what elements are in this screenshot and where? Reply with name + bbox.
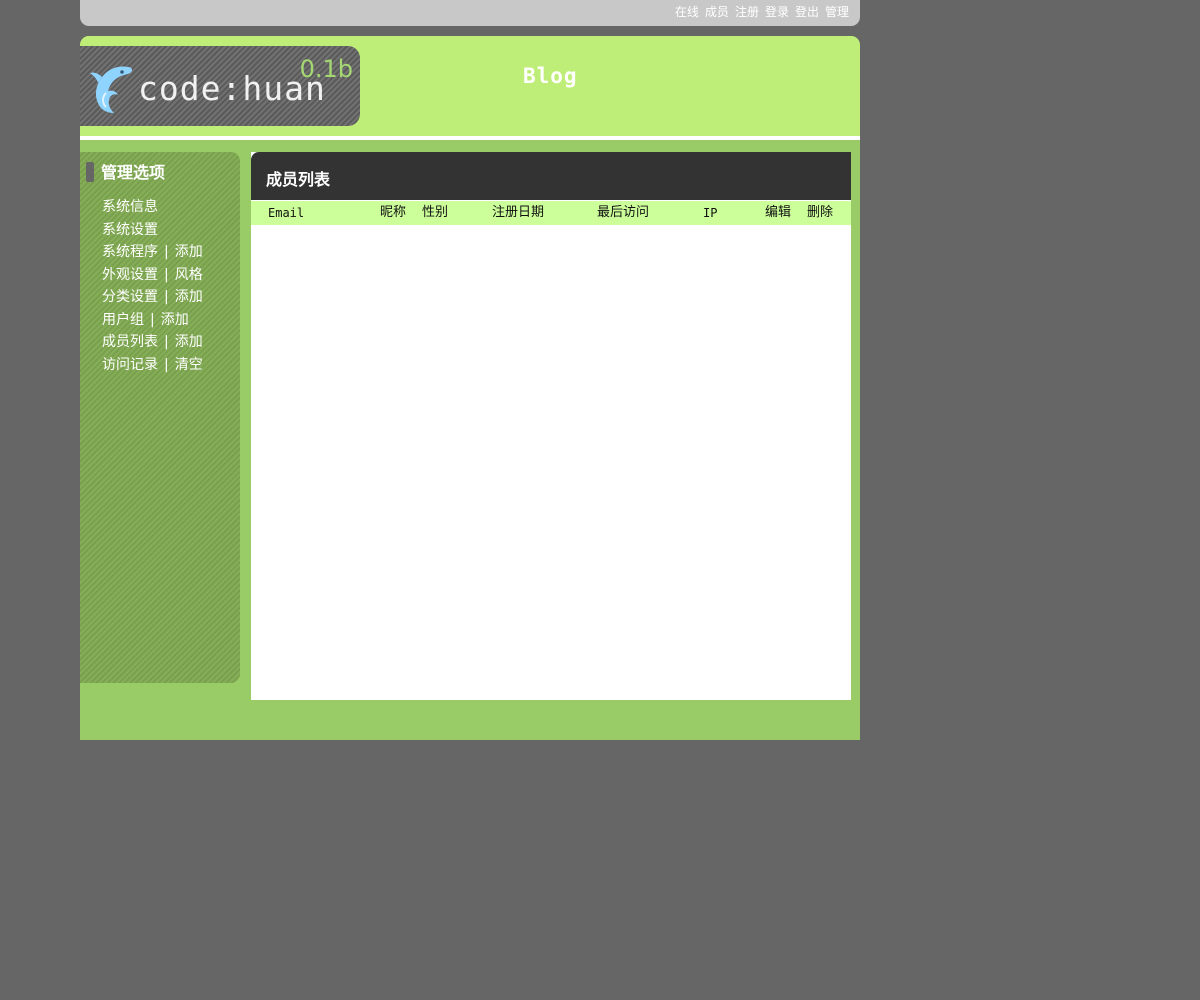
site-title: Blog [523, 64, 578, 88]
sidebar-row-categories: 分类设置 | 添加 [102, 286, 203, 309]
site-header: code:huan 0.1b Blog [80, 36, 860, 136]
sidebar-item-system-info[interactable]: 系统信息 [102, 199, 158, 215]
sidebar-row-system-info: 系统信息 [102, 196, 203, 219]
sidebar-separator: | [164, 356, 169, 373]
sidebar-item-user-groups[interactable]: 用户组 [102, 312, 144, 328]
nav-members-link[interactable]: 成员 [705, 3, 729, 20]
sidebar-item-member-list[interactable]: 成员列表 [102, 334, 158, 350]
sidebar-separator: | [164, 266, 169, 283]
nav-login-link[interactable]: 登录 [765, 3, 789, 20]
sidebar-item-system-programs[interactable]: 系统程序 [102, 244, 158, 260]
column-header-nickname[interactable]: 昵称 [380, 201, 406, 225]
sidebar-row-system-settings: 系统设置 [102, 219, 203, 242]
sidebar-item-styles[interactable]: 风格 [175, 267, 203, 283]
sidebar-row-appearance: 外观设置 | 风格 [102, 264, 203, 287]
sidebar-item-appearance-settings[interactable]: 外观设置 [102, 267, 158, 283]
column-header-gender[interactable]: 性别 [422, 201, 448, 225]
top-nav: 在线 成员 注册 登录 登出 管理 [675, 3, 849, 20]
column-header-edit: 编辑 [765, 205, 792, 220]
sidebar-item-add-member[interactable]: 添加 [175, 334, 203, 350]
sidebar-row-user-groups: 用户组 | 添加 [102, 309, 203, 332]
sidebar-separator: | [164, 334, 169, 350]
site-logo[interactable]: code:huan 0.1b [80, 46, 360, 126]
header-divider [80, 136, 860, 140]
column-header-delete: 删除 [807, 205, 834, 220]
page-container: code:huan 0.1b Blog 管理选项 系统信息 系统设置 系统程序 |… [80, 36, 860, 740]
sidebar-separator: | [164, 289, 169, 305]
sidebar-row-system-programs: 系统程序 | 添加 [102, 241, 203, 264]
sidebar-menu: 系统信息 系统设置 系统程序 | 添加 外观设置 | 风格 分类设置 | 添加 用户组 | 添加… [102, 196, 203, 376]
column-header-email[interactable]: Email [268, 201, 304, 225]
nav-logout-link[interactable]: 登出 [795, 3, 819, 20]
admin-sidebar: 管理选项 系统信息 系统设置 系统程序 | 添加 外观设置 | 风格 分类设置 | 添加 用… [80, 152, 240, 683]
sidebar-item-add-category[interactable]: 添加 [175, 289, 203, 305]
sidebar-row-members: 成员列表 | 添加 [102, 331, 203, 354]
dolphin-logo-icon [90, 66, 132, 113]
sidebar-title: 管理选项 [101, 163, 166, 182]
main-panel-header: 成员列表 [251, 152, 851, 200]
sidebar-row-access-log: 访问记录 | 清空 [102, 354, 203, 377]
sidebar-separator: | [164, 244, 169, 260]
main-panel: 成员列表 Email 昵称 性别 注册日期 最后访问 IP 编辑 删除 [251, 152, 851, 700]
top-bar: 在线 成员 注册 登录 登出 管理 [80, 0, 860, 26]
sidebar-item-add-user-group[interactable]: 添加 [161, 312, 189, 328]
sidebar-item-clear-log[interactable]: 清空 [175, 357, 203, 373]
sidebar-item-category-settings[interactable]: 分类设置 [102, 289, 158, 305]
sidebar-item-system-settings[interactable]: 系统设置 [102, 222, 158, 238]
member-table-header: Email 昵称 性别 注册日期 最后访问 IP 编辑 删除 [251, 201, 851, 225]
nav-register-link[interactable]: 注册 [735, 3, 759, 20]
logo-version: 0.1b [299, 55, 353, 83]
sidebar-separator: | [150, 311, 155, 328]
column-header-ip[interactable]: IP [703, 201, 717, 225]
page-title: 成员列表 [266, 170, 331, 189]
sidebar-item-access-log[interactable]: 访问记录 [102, 357, 158, 373]
column-header-register-date[interactable]: 注册日期 [492, 201, 544, 225]
column-header-last-visit[interactable]: 最后访问 [597, 201, 649, 225]
sidebar-item-add-program[interactable]: 添加 [175, 244, 203, 260]
nav-admin-link[interactable]: 管理 [825, 3, 849, 20]
nav-online-link[interactable]: 在线 [675, 3, 699, 20]
sidebar-title-marker [86, 162, 94, 182]
logo-text: code:huan [138, 69, 326, 108]
